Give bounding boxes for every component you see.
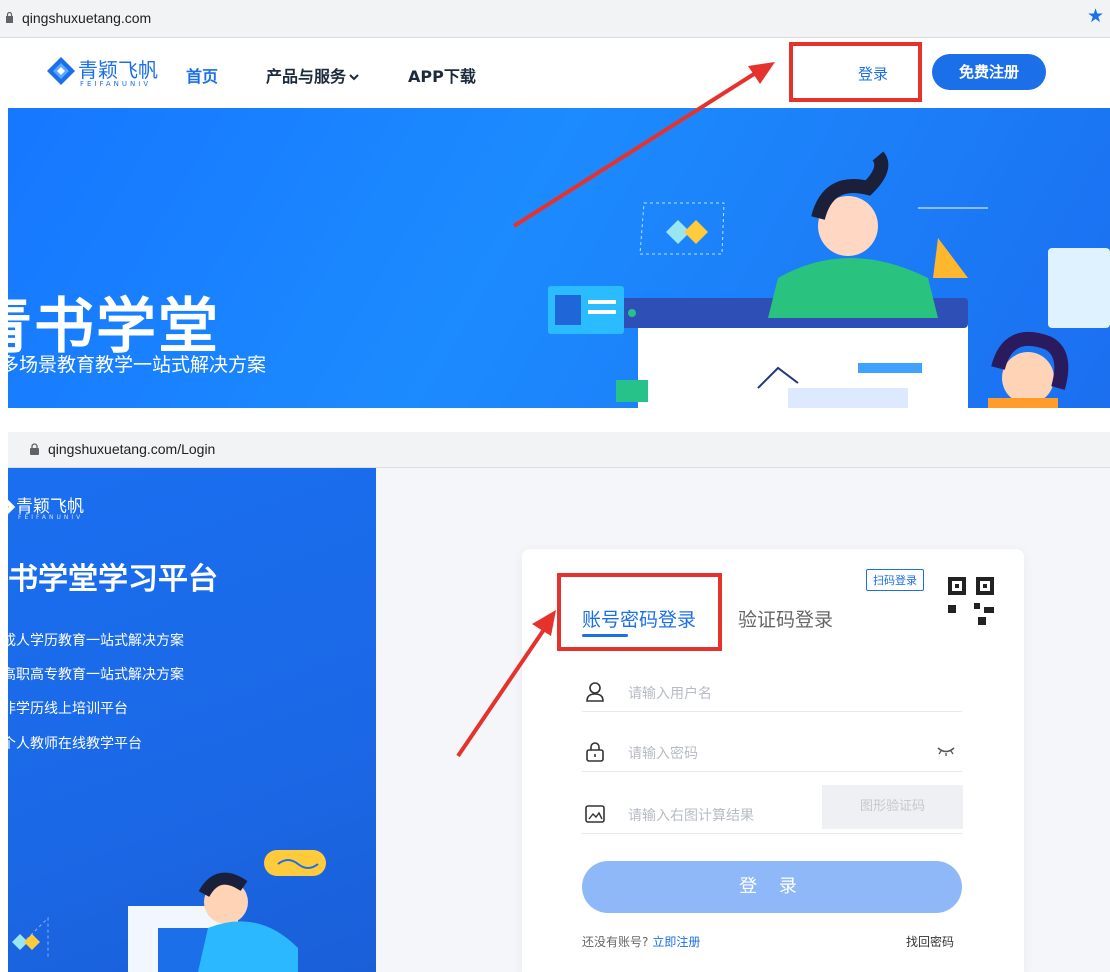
login-page-screenshot: qingshuxuetang.com/Login 青颖飞帆 FEIFANUNIV… [0, 432, 1110, 972]
homepage-screenshot: qingshuxuetang.com ★ 青颖飞帆 FEIFANUNIV 首页 … [0, 0, 1110, 408]
annotation-arrow-bottom [456, 610, 556, 758]
annotation-arrow-top [512, 62, 775, 228]
